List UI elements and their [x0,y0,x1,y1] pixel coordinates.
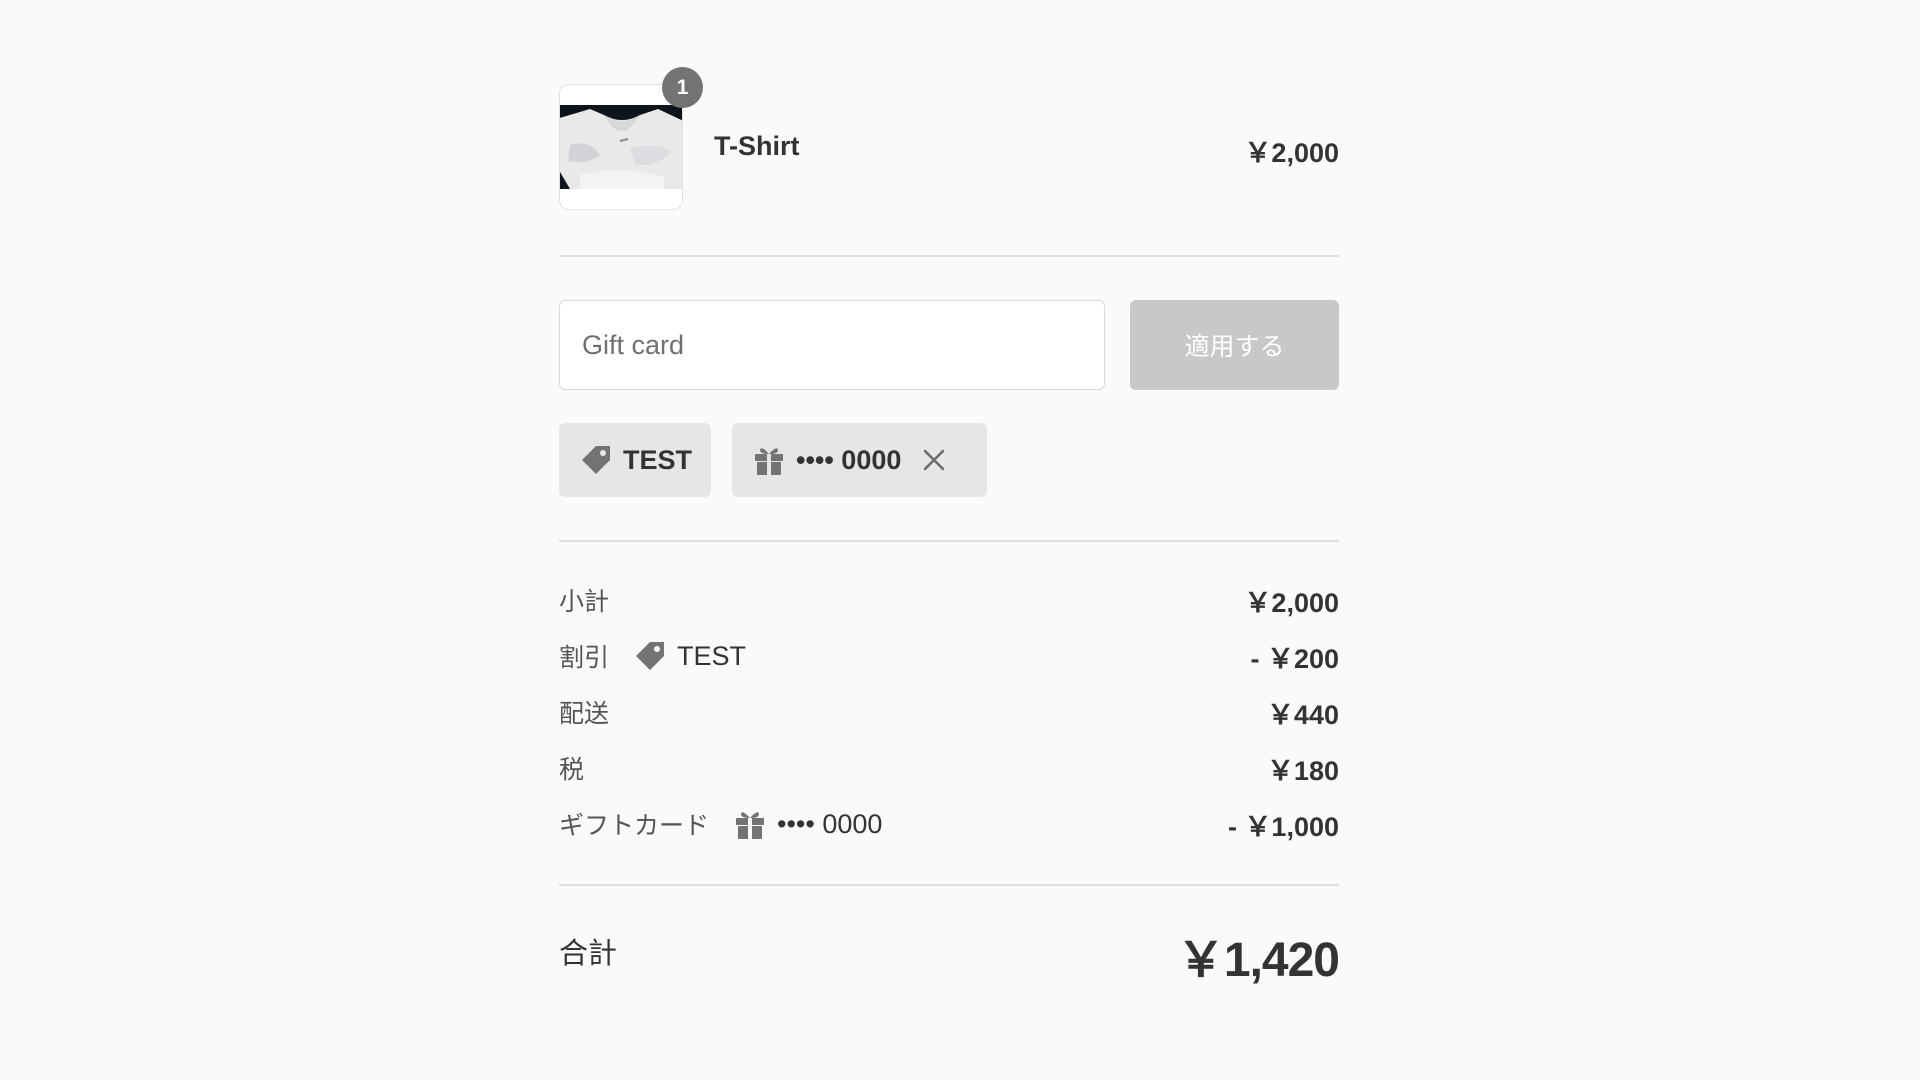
gift-card-masked: •••• 0000 [777,808,883,839]
tag-icon [579,443,613,477]
gift-card-chip: •••• 0000 [732,423,987,497]
product-name: T-Shirt [714,131,800,161]
product-price: ￥2,000 [1244,138,1339,168]
divider [559,255,1339,257]
shipping-amount: ￥440 [1266,699,1339,730]
discount-row: 割引 TEST - ￥200 [559,636,1339,676]
subtotal-row: 小計 ￥2,000 [559,580,1339,620]
shipping-label: 配送 [559,699,610,728]
t-shirt-image [560,105,682,189]
product-thumbnail [559,84,683,210]
subtotal-amount: ￥2,000 [1244,587,1339,618]
gift-icon [752,443,786,477]
discount-amount: - ￥200 [1250,643,1339,674]
tax-label: 税 [559,755,585,784]
gift-icon [733,807,767,841]
quantity-badge: 1 [662,67,703,108]
apply-button[interactable]: 適用する [1130,300,1339,390]
tax-row: 税 ￥180 [559,748,1339,788]
order-summary: 1 T-Shirt ￥2,000 適用する TEST •••• 0000 [559,0,1340,987]
discount-code-chip: TEST [559,423,711,497]
close-icon[interactable] [921,447,947,473]
subtotal-label: 小計 [559,587,610,616]
total-amount: ￥1,420 [1176,934,1340,987]
divider [559,884,1339,886]
gift-card-amount: - ￥1,000 [1227,811,1339,842]
gift-card-inline: •••• 0000 [733,807,882,841]
discount-code-text: TEST [623,444,693,475]
gift-card-label: ギフトカード [559,811,710,840]
divider [559,540,1339,542]
shipping-row: 配送 ￥440 [559,692,1339,732]
gift-card-row: ギフトカード •••• 0000 - ￥1,000 [559,804,1339,844]
tax-amount: ￥180 [1266,755,1339,786]
discount-code-text: TEST [677,640,747,671]
discount-code-inline: TEST [633,639,746,673]
gift-card-input[interactable] [559,300,1105,390]
gift-card-masked: •••• 0000 [796,444,902,475]
cart-line-item: 1 T-Shirt ￥2,000 [559,0,1339,256]
total-label: 合計 [559,936,618,970]
discount-label: 割引 [559,643,610,672]
tag-icon [633,639,667,673]
